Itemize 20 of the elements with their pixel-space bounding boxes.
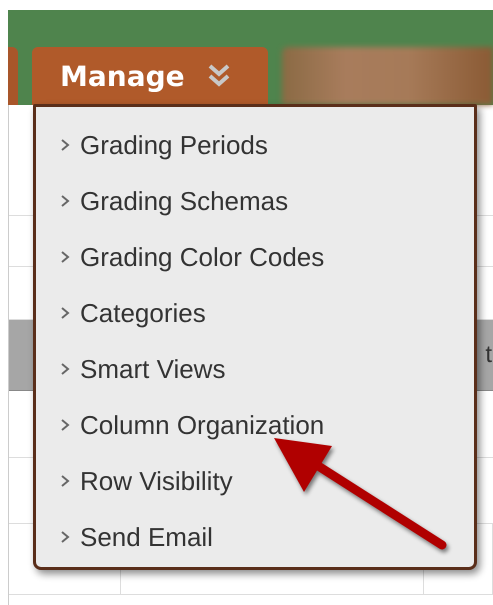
menu-item[interactable]: Categories	[36, 285, 474, 341]
tab-edge	[8, 47, 18, 105]
chevron-right-icon	[60, 418, 70, 432]
manage-button[interactable]: Manage	[32, 47, 268, 105]
menu-item[interactable]: Column Organization	[36, 397, 474, 453]
menu-item[interactable]: Grading Color Codes	[36, 229, 474, 285]
menu-item[interactable]: Send Email	[36, 509, 474, 565]
chevron-right-icon	[60, 362, 70, 376]
chevron-right-icon	[60, 530, 70, 544]
menu-item[interactable]: Grading Schemas	[36, 173, 474, 229]
menu-item[interactable]: Smart Views	[36, 341, 474, 397]
menu-item[interactable]: Row Visibility	[36, 453, 474, 509]
column-header: t	[485, 341, 492, 369]
chevron-right-icon	[60, 138, 70, 152]
menu-item[interactable]: Grading Periods	[36, 117, 474, 173]
chevron-right-icon	[60, 474, 70, 488]
chevron-right-icon	[60, 194, 70, 208]
double-chevron-down-icon	[206, 63, 231, 89]
chevron-right-icon	[60, 250, 70, 264]
chevron-right-icon	[60, 306, 70, 320]
